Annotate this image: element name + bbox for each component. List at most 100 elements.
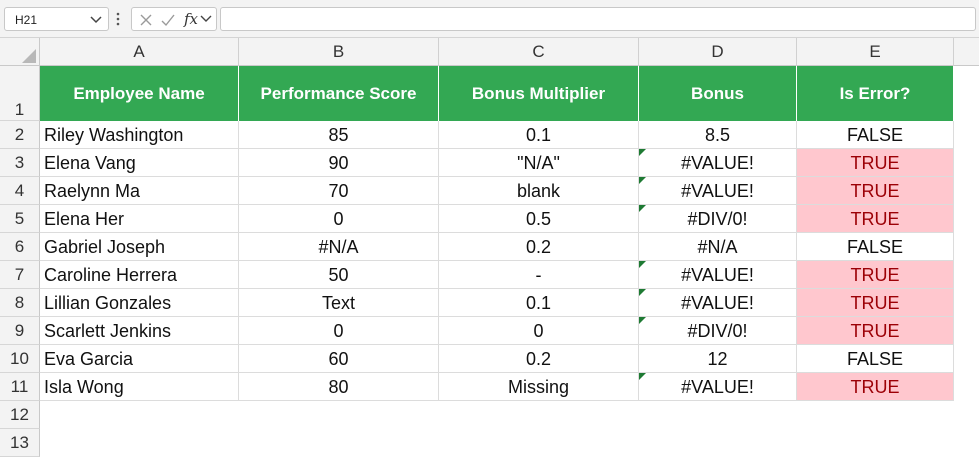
table-cell-score[interactable]: Text [239, 289, 439, 317]
row-header-8[interactable]: 8 [0, 289, 40, 317]
table-cell-name[interactable]: Caroline Herrera [40, 261, 239, 289]
table-cell-name[interactable]: Scarlett Jenkins [40, 317, 239, 345]
table-cell-bonus[interactable]: #VALUE! [639, 289, 797, 317]
row-header-1[interactable]: 1 [0, 66, 40, 121]
row-header-10[interactable]: 10 [0, 345, 40, 373]
empty-cell[interactable] [439, 401, 639, 429]
table-cell-multiplier[interactable]: 0.1 [439, 121, 639, 149]
table-cell-name[interactable]: Isla Wong [40, 373, 239, 401]
empty-cell[interactable] [797, 429, 954, 457]
table-header-cell[interactable]: Bonus [639, 66, 797, 121]
column-header-d[interactable]: D [639, 38, 797, 66]
error-indicator-icon[interactable] [639, 177, 646, 184]
table-cell-score[interactable]: 0 [239, 205, 439, 233]
table-cell-bonus[interactable]: #VALUE! [639, 261, 797, 289]
table-cell-is-error[interactable]: FALSE [797, 345, 954, 373]
table-cell-multiplier[interactable]: - [439, 261, 639, 289]
table-cell-name[interactable]: Raelynn Ma [40, 177, 239, 205]
table-header-cell[interactable]: Is Error? [797, 66, 954, 121]
table-header-cell[interactable]: Performance Score [239, 66, 439, 121]
table-cell-score[interactable]: 60 [239, 345, 439, 373]
row-header-5[interactable]: 5 [0, 205, 40, 233]
empty-cell[interactable] [439, 429, 639, 457]
table-cell-bonus[interactable]: 12 [639, 345, 797, 373]
table-cell-name[interactable]: Elena Vang [40, 149, 239, 177]
empty-cell[interactable] [639, 429, 797, 457]
table-cell-is-error[interactable]: TRUE [797, 317, 954, 345]
table-cell-multiplier[interactable]: "N/A" [439, 149, 639, 177]
column-header-b[interactable]: B [239, 38, 439, 66]
row-header-2[interactable]: 2 [0, 121, 40, 149]
error-indicator-icon[interactable] [639, 205, 646, 212]
table-cell-score[interactable]: 50 [239, 261, 439, 289]
table-cell-is-error[interactable]: TRUE [797, 149, 954, 177]
table-cell-bonus[interactable]: #VALUE! [639, 149, 797, 177]
insert-function-icon[interactable]: fx [184, 10, 198, 28]
table-cell-score[interactable]: #N/A [239, 233, 439, 261]
more-options-icon[interactable] [114, 11, 122, 27]
table-cell-bonus[interactable]: #DIV/0! [639, 317, 797, 345]
error-indicator-icon[interactable] [639, 373, 646, 380]
error-indicator-icon[interactable] [639, 317, 646, 324]
table-cell-bonus[interactable]: 8.5 [639, 121, 797, 149]
table-cell-score[interactable]: 90 [239, 149, 439, 177]
table-cell-name[interactable]: Gabriel Joseph [40, 233, 239, 261]
row-header-12[interactable]: 12 [0, 401, 40, 429]
cancel-icon[interactable] [138, 12, 154, 28]
table-cell-name[interactable]: Elena Her [40, 205, 239, 233]
table-cell-multiplier[interactable]: 0.2 [439, 233, 639, 261]
name-box[interactable]: H21 [4, 7, 109, 31]
empty-cell[interactable] [797, 401, 954, 429]
row-header-6[interactable]: 6 [0, 233, 40, 261]
column-header-e[interactable]: E [797, 38, 954, 66]
column-header-c[interactable]: C [439, 38, 639, 66]
row-header-7[interactable]: 7 [0, 261, 40, 289]
table-cell-multiplier[interactable]: blank [439, 177, 639, 205]
table-cell-multiplier[interactable]: 0.1 [439, 289, 639, 317]
empty-cell[interactable] [40, 401, 239, 429]
row-header-9[interactable]: 9 [0, 317, 40, 345]
table-cell-is-error[interactable]: TRUE [797, 205, 954, 233]
empty-cell[interactable] [239, 429, 439, 457]
table-cell-score[interactable]: 85 [239, 121, 439, 149]
table-cell-is-error[interactable]: TRUE [797, 177, 954, 205]
table-cell-is-error[interactable]: FALSE [797, 121, 954, 149]
table-cell-name[interactable]: Eva Garcia [40, 345, 239, 373]
table-cell-is-error[interactable]: TRUE [797, 289, 954, 317]
error-indicator-icon[interactable] [639, 289, 646, 296]
table-cell-name[interactable]: Lillian Gonzales [40, 289, 239, 317]
row-header-4[interactable]: 4 [0, 177, 40, 205]
cell-value: #N/A [697, 237, 738, 257]
empty-cell[interactable] [239, 401, 439, 429]
table-cell-multiplier[interactable]: 0 [439, 317, 639, 345]
table-header-cell[interactable]: Bonus Multiplier [439, 66, 639, 121]
table-cell-is-error[interactable]: TRUE [797, 261, 954, 289]
row-header-13[interactable]: 13 [0, 429, 40, 457]
table-cell-multiplier[interactable]: Missing [439, 373, 639, 401]
table-header-cell[interactable]: Employee Name [40, 66, 239, 121]
enter-check-icon[interactable] [160, 12, 176, 28]
error-indicator-icon[interactable] [639, 261, 646, 268]
table-cell-is-error[interactable]: TRUE [797, 373, 954, 401]
column-header-a[interactable]: A [40, 38, 239, 66]
table-cell-bonus[interactable]: #DIV/0! [639, 205, 797, 233]
table-cell-score[interactable]: 80 [239, 373, 439, 401]
chevron-down-icon[interactable] [200, 13, 212, 25]
table-cell-score[interactable]: 0 [239, 317, 439, 345]
table-cell-score[interactable]: 70 [239, 177, 439, 205]
table-cell-multiplier[interactable]: 0.5 [439, 205, 639, 233]
error-indicator-icon[interactable] [639, 149, 646, 156]
table-cell-multiplier[interactable]: 0.2 [439, 345, 639, 373]
select-all-button[interactable] [0, 38, 40, 66]
table-cell-bonus[interactable]: #N/A [639, 233, 797, 261]
row-header-11[interactable]: 11 [0, 373, 40, 401]
table-cell-bonus[interactable]: #VALUE! [639, 373, 797, 401]
empty-cell[interactable] [639, 401, 797, 429]
chevron-down-icon[interactable] [90, 16, 102, 24]
empty-cell[interactable] [40, 429, 239, 457]
row-header-3[interactable]: 3 [0, 149, 40, 177]
table-cell-name[interactable]: Riley Washington [40, 121, 239, 149]
formula-input[interactable] [220, 7, 976, 31]
table-cell-is-error[interactable]: FALSE [797, 233, 954, 261]
table-cell-bonus[interactable]: #VALUE! [639, 177, 797, 205]
